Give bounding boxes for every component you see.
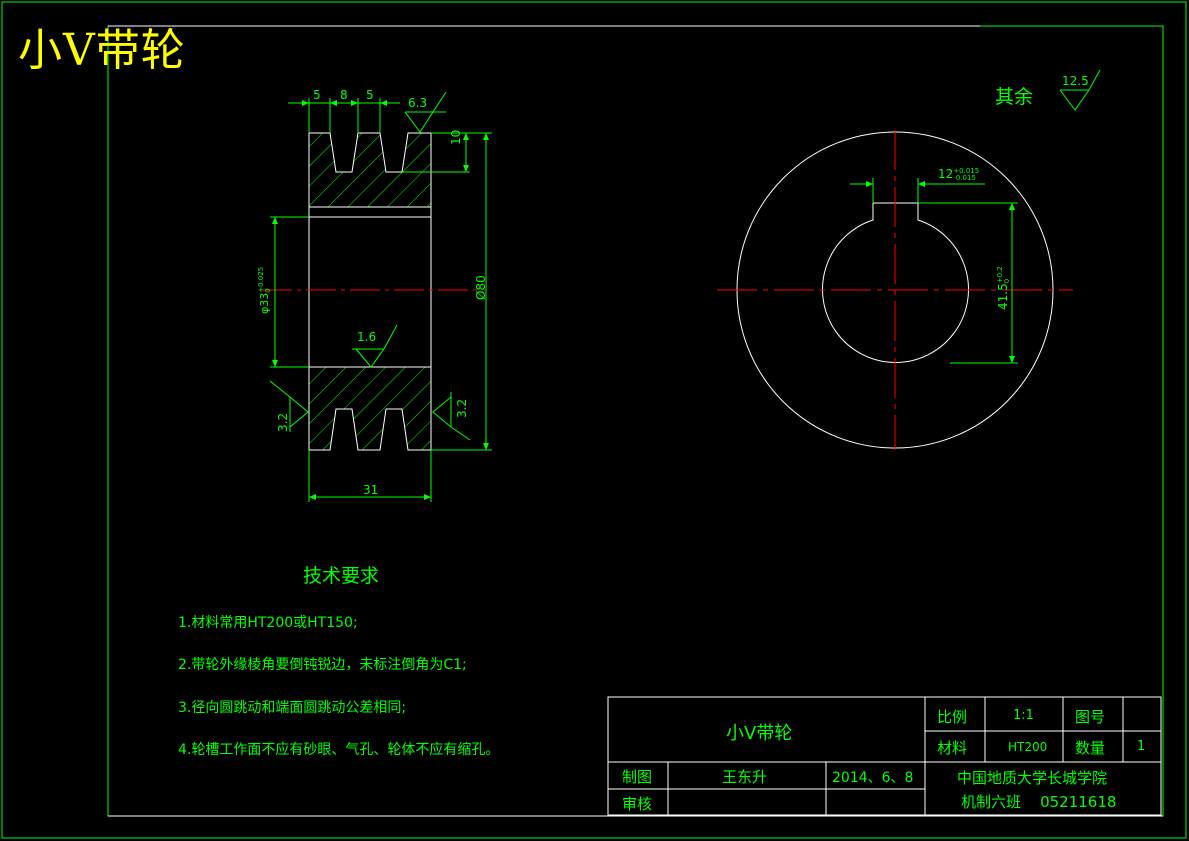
page-title: 小V带轮 [18, 25, 186, 76]
end-view-dimensions [850, 178, 1018, 364]
tb-drawn-date: 2014、6、8 [832, 770, 914, 786]
tech-title: 技术要求 [303, 565, 380, 587]
tech-item-1: 1.材料常用HT200或HT150; [178, 615, 358, 631]
dim-groove-depth: 10 [449, 129, 463, 145]
roughness-right: 3.2 [455, 398, 469, 418]
tb-drawn-label: 制图 [622, 768, 653, 786]
tb-org-line1: 中国地质大学长城学院 [957, 769, 1108, 787]
dim-keyhub: 41.5 +0.2 0 [995, 266, 1011, 310]
tb-scale-label: 比例 [937, 708, 968, 726]
roughness-rest-value: 12.5 [1062, 74, 1089, 88]
dim-outer-diameter: Ø80 [474, 275, 488, 300]
dim-keyway: 12 +0.015 -0.015 [938, 166, 980, 182]
tb-qty-value: 1 [1137, 739, 1146, 754]
tb-scale-value: 1:1 [1013, 708, 1034, 723]
tb-qty-label: 数量 [1075, 739, 1106, 757]
section-view [262, 132, 480, 451]
roughness-top: 6.3 [408, 96, 428, 110]
tech-item-4: 4.轮槽工作面不应有砂眼、气孔、轮体不应有缩孔。 [178, 742, 500, 758]
dim-bore: φ33 +0.025 0 [257, 266, 272, 314]
dim-width: 31 [363, 483, 379, 497]
tb-drawing-no-label: 图号 [1075, 708, 1106, 726]
tb-material-value: HT200 [1008, 740, 1048, 754]
dim-top-3: 5 [366, 88, 374, 102]
tech-item-2: 2.带轮外缘棱角要倒钝锐边，未标注倒角为C1; [178, 657, 467, 673]
tb-check-label: 审核 [622, 795, 653, 813]
tb-drawn-name: 王东升 [722, 768, 768, 786]
dim-top-2: 8 [340, 88, 348, 102]
roughness-bore: 1.6 [357, 330, 377, 344]
dim-top-1: 5 [313, 88, 321, 102]
roughness-left: 3.2 [276, 412, 290, 432]
tech-item-3: 3.径向圆跳动和端面圆跳动公差相同; [178, 700, 407, 716]
tb-part-name: 小V带轮 [726, 723, 793, 744]
end-view [717, 130, 1073, 450]
roughness-rest-label: 其余 [995, 86, 1034, 108]
tb-org-line2: 机制六班 05211618 [961, 793, 1117, 811]
tb-material-label: 材料 [937, 739, 968, 757]
